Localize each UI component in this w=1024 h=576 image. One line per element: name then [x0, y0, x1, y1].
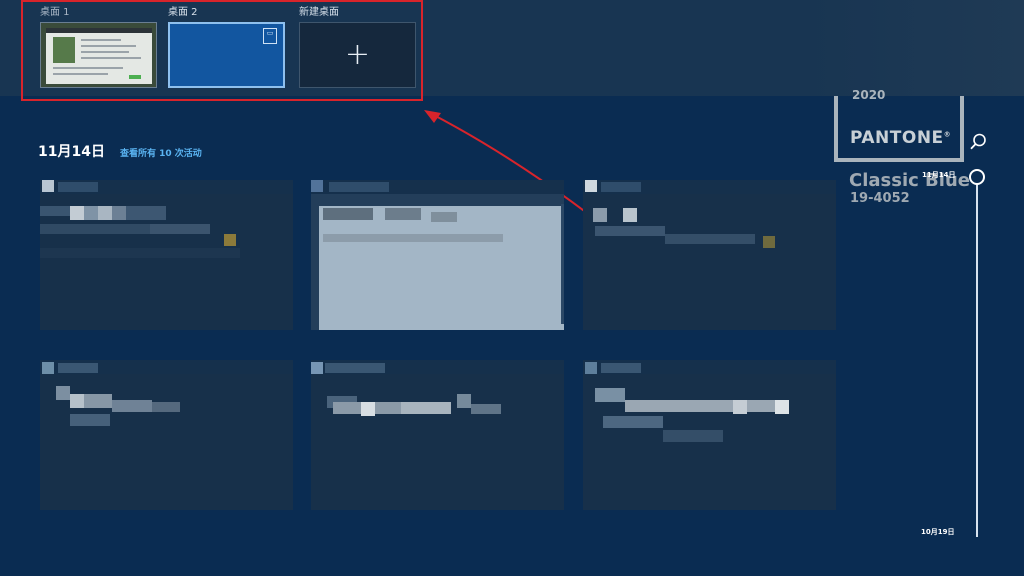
plus-icon: + — [344, 37, 371, 72]
timeline-top-date: 11月14日 — [922, 171, 956, 179]
activity-preview — [40, 374, 293, 510]
activity-card[interactable] — [583, 180, 836, 330]
activity-card[interactable] — [583, 360, 836, 510]
new-desktop-label: 新建桌面 — [299, 7, 339, 18]
new-desktop-button[interactable]: + — [299, 22, 416, 88]
activity-card[interactable] — [311, 360, 564, 510]
wallpaper-color-code: 19-4052 — [850, 191, 910, 206]
activity-preview — [311, 194, 564, 330]
see-all-activities-link[interactable]: 查看所有 10 次活动 — [120, 146, 202, 159]
desktop-1[interactable]: 桌面 1 — [40, 6, 157, 88]
desktop-2[interactable]: 桌面 2 ▭ — [168, 6, 285, 88]
new-desktop[interactable]: 新建桌面 + — [299, 6, 416, 88]
activity-card[interactable] — [311, 180, 564, 330]
desktop-2-thumbnail[interactable]: ▭ — [168, 22, 285, 88]
activity-preview — [583, 374, 836, 510]
activity-preview — [583, 194, 836, 330]
timeline-bottom-date: 10月19日 — [921, 528, 955, 536]
activity-card[interactable] — [40, 180, 293, 330]
recycle-bin-icon: ▭ — [263, 28, 277, 44]
virtual-desktops-bar: 桌面 1 桌面 2 ▭ 新建桌面 + — [0, 0, 1024, 96]
pantone-year: 2020 — [852, 88, 886, 102]
timeline-scrubber-handle[interactable] — [969, 169, 985, 185]
date-heading: 11月14日 — [38, 144, 105, 160]
activity-preview — [40, 194, 293, 330]
desktop-1-thumbnail[interactable] — [40, 22, 157, 88]
pantone-brand: PANTONE® — [850, 128, 952, 148]
activity-preview — [311, 374, 564, 510]
timeline-scrubber-track[interactable] — [976, 183, 978, 537]
search-icon[interactable] — [968, 132, 988, 152]
desktop-1-label: 桌面 1 — [40, 7, 70, 18]
desktop-2-label: 桌面 2 — [168, 7, 198, 18]
activity-card[interactable] — [40, 360, 293, 510]
pantone-wallpaper-card: 2020 PANTONE® — [834, 88, 964, 162]
